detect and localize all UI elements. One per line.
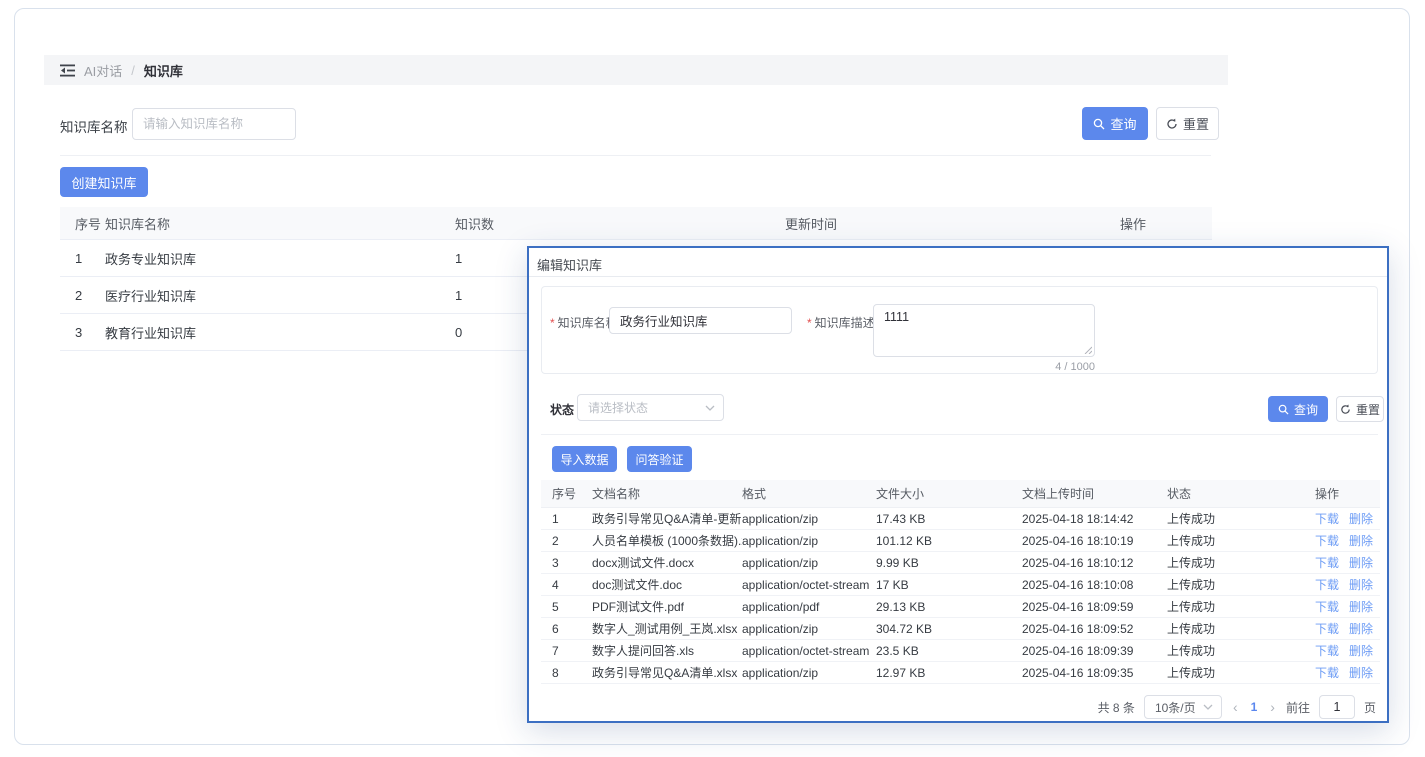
pagination: 共 8 条 10条/页 ‹ 1 › 前往 页 [1098, 695, 1376, 719]
doc-table-row: 3docx测试文件.docxapplication/zip9.99 KB2025… [541, 552, 1380, 574]
qa-verify-button[interactable]: 问答验证 [627, 446, 692, 472]
dialog-reset-button[interactable]: 重置 [1336, 396, 1384, 422]
download-link[interactable]: 下载 [1315, 532, 1339, 549]
col-index: 序号 [541, 485, 592, 502]
required-mark: * [550, 316, 555, 330]
row-actions: 下载删除 [1315, 664, 1380, 681]
col-kb-name: 知识库名称 [105, 214, 455, 233]
col-kb-count: 知识数 [455, 214, 785, 233]
kb-edit-desc-field[interactable]: 1111 [873, 304, 1095, 357]
kb-name-search-field[interactable] [132, 108, 296, 140]
row-actions: 下载删除 [1315, 510, 1380, 527]
download-link[interactable]: 下载 [1315, 620, 1339, 637]
delete-link[interactable]: 删除 [1349, 510, 1373, 527]
col-format: 格式 [742, 485, 876, 502]
doc-table-row: 8政务引导常见Q&A清单.xlsxapplication/zip12.97 KB… [541, 662, 1380, 684]
delete-link[interactable]: 删除 [1349, 664, 1373, 681]
status-filter-label: 状态 [550, 401, 574, 418]
dialog-title: 编辑知识库 [537, 255, 602, 274]
download-link[interactable]: 下载 [1315, 642, 1339, 659]
doc-table-row: 5PDF测试文件.pdfapplication/pdf29.13 KB2025-… [541, 596, 1380, 618]
search-icon [1093, 118, 1105, 130]
doc-table-header: 序号 文档名称 格式 文件大小 文档上传时间 状态 操作 [541, 480, 1380, 508]
breadcrumb-parent[interactable]: AI对话 [84, 61, 122, 80]
required-mark: * [807, 316, 812, 330]
col-index: 序号 [60, 214, 105, 233]
col-actions: 操作 [1120, 214, 1212, 233]
breadcrumb-separator: / [131, 63, 135, 78]
goto-label: 前往 [1286, 699, 1310, 716]
page-suffix-label: 页 [1364, 699, 1376, 716]
kb-edit-desc-label: *知识库描述 [807, 314, 875, 331]
col-update-time: 更新时间 [785, 214, 1120, 233]
doc-table-row: 2人员名单模板 (1000条数据).xlsxapplication/zip101… [541, 530, 1380, 552]
col-upload-time: 文档上传时间 [1022, 485, 1167, 502]
download-link[interactable]: 下载 [1315, 598, 1339, 615]
chevron-down-icon [1203, 704, 1213, 710]
page-size-select[interactable]: 10条/页 [1144, 695, 1222, 719]
import-data-button[interactable]: 导入数据 [552, 446, 617, 472]
doc-table-row: 6数字人_测试用例_王岚.xlsxapplication/zip304.72 K… [541, 618, 1380, 640]
doc-table-row: 7数字人提问回答.xlsapplication/octet-stream23.5… [541, 640, 1380, 662]
row-actions: 下载删除 [1315, 532, 1380, 549]
download-link[interactable]: 下载 [1315, 576, 1339, 593]
reset-button[interactable]: 重置 [1156, 107, 1219, 140]
kb-name-search-input[interactable] [132, 108, 296, 140]
search-icon [1278, 404, 1289, 415]
refresh-icon [1340, 404, 1351, 415]
divider [529, 276, 1387, 277]
col-doc-name: 文档名称 [592, 485, 742, 502]
row-actions: 下载删除 [1315, 598, 1380, 615]
breadcrumb: AI对话 / 知识库 [44, 55, 1228, 85]
divider [60, 155, 1211, 156]
breadcrumb-current: 知识库 [144, 61, 183, 80]
divider [541, 434, 1378, 435]
doc-table-row: 4doc测试文件.docapplication/octet-stream17 K… [541, 574, 1380, 596]
doc-table-body: 1政务引导常见Q&A清单-更新.xlsxapplication/zip17.43… [541, 508, 1380, 684]
col-status: 状态 [1167, 485, 1315, 502]
kb-edit-desc-textarea[interactable]: 1111 [873, 304, 1095, 357]
download-link[interactable]: 下载 [1315, 664, 1339, 681]
delete-link[interactable]: 删除 [1349, 620, 1373, 637]
col-file-size: 文件大小 [876, 485, 1022, 502]
delete-link[interactable]: 删除 [1349, 554, 1373, 571]
dialog-query-button[interactable]: 查询 [1268, 396, 1328, 422]
delete-link[interactable]: 删除 [1349, 598, 1373, 615]
doc-table: 序号 文档名称 格式 文件大小 文档上传时间 状态 操作 1政务引导常见Q&A清… [541, 480, 1380, 684]
collapse-menu-icon[interactable] [60, 64, 75, 77]
kb-table-header: 序号 知识库名称 知识数 更新时间 操作 [60, 207, 1212, 240]
current-page[interactable]: 1 [1249, 700, 1260, 714]
goto-page-field[interactable] [1319, 695, 1355, 719]
col-actions: 操作 [1315, 485, 1380, 502]
delete-link[interactable]: 删除 [1349, 532, 1373, 549]
total-count: 共 8 条 [1098, 699, 1135, 716]
kb-edit-name-input[interactable] [609, 307, 792, 334]
delete-link[interactable]: 删除 [1349, 642, 1373, 659]
kb-edit-name-field[interactable] [609, 307, 792, 334]
row-actions: 下载删除 [1315, 642, 1380, 659]
row-actions: 下载删除 [1315, 576, 1380, 593]
prev-page-icon[interactable]: ‹ [1231, 699, 1240, 715]
download-link[interactable]: 下载 [1315, 554, 1339, 571]
doc-table-row: 1政务引导常见Q&A清单-更新.xlsxapplication/zip17.43… [541, 508, 1380, 530]
row-actions: 下载删除 [1315, 554, 1380, 571]
download-link[interactable]: 下载 [1315, 510, 1339, 527]
next-page-icon[interactable]: › [1268, 699, 1277, 715]
char-counter: 4 / 1000 [1009, 361, 1095, 373]
resize-handle-icon[interactable] [1083, 345, 1092, 354]
row-actions: 下载删除 [1315, 620, 1380, 637]
delete-link[interactable]: 删除 [1349, 576, 1373, 593]
status-select[interactable]: 请选择状态 [577, 394, 724, 421]
edit-kb-dialog: 编辑知识库 *知识库名称 *知识库描述 1111 4 / 1000 状态 请选择… [527, 246, 1389, 723]
goto-page-input[interactable] [1319, 695, 1355, 719]
chevron-down-icon [705, 405, 715, 411]
create-kb-button[interactable]: 创建知识库 [60, 167, 148, 197]
refresh-icon [1166, 118, 1178, 130]
kb-edit-name-label: *知识库名称 [550, 314, 618, 331]
query-button[interactable]: 查询 [1082, 107, 1148, 140]
kb-name-label: 知识库名称 [60, 116, 128, 136]
